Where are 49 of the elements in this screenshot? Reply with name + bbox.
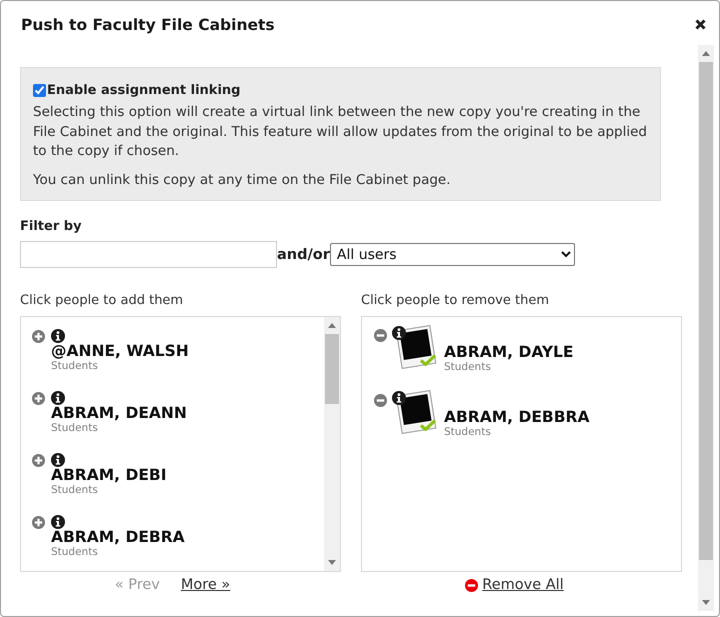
linking-description: Selecting this option will create a virtual link between the new copy you're creating in the File Cabinet and the original. This feature will allow updates from the original to be applied to the copy if chosen. [33, 103, 648, 161]
person-group: Students [444, 361, 574, 373]
person-name[interactable]: ABRAM, DAYLE [444, 344, 574, 361]
linking-label: Enable assignment linking [47, 82, 240, 98]
minus-circle-icon[interactable] [465, 578, 478, 592]
close-icon[interactable] [695, 19, 706, 30]
scrollbar-thumb[interactable] [699, 62, 713, 560]
joiner-label: and/or [277, 246, 330, 262]
info-icon[interactable] [51, 391, 65, 405]
plus-circle-icon[interactable] [32, 392, 45, 404]
info-icon[interactable] [51, 515, 65, 529]
person-name[interactable]: ABRAM, DEANN [51, 405, 324, 422]
linking-note: You can unlink this copy at any time on the File Cabinet page. [33, 170, 452, 190]
person-name[interactable]: ABRAM, DEBBRA [444, 409, 590, 426]
person-group: Students [51, 484, 324, 496]
minus-circle-icon[interactable] [374, 394, 387, 407]
person-group: Students [51, 546, 324, 558]
person-name[interactable]: @ANNE, WALSH [51, 343, 324, 360]
check-icon [420, 419, 436, 431]
plus-circle-icon[interactable] [32, 516, 45, 528]
person-group: Students [444, 426, 590, 438]
info-icon[interactable] [51, 329, 65, 343]
dialog-scrollbar[interactable] [698, 45, 714, 611]
check-icon [420, 354, 436, 366]
caret-down-icon[interactable] [328, 560, 336, 565]
add-heading: Click people to add them [20, 292, 184, 310]
caret-up-icon[interactable] [328, 323, 336, 328]
caret-up-icon[interactable] [702, 51, 710, 56]
person-group: Students [51, 360, 324, 372]
person-name[interactable]: ABRAM, DEBRA [51, 529, 324, 546]
linking-checkbox[interactable] [33, 84, 46, 96]
list-scrollbar[interactable] [324, 317, 340, 571]
remove-all-link[interactable]: Remove All [482, 576, 564, 594]
plus-circle-icon[interactable] [32, 330, 45, 342]
info-icon[interactable] [51, 453, 65, 467]
remove-heading: Click people to remove them [361, 292, 550, 310]
person-name[interactable]: ABRAM, DEBI [51, 467, 324, 484]
caret-down-icon[interactable] [702, 600, 710, 605]
more-link[interactable]: More » [180, 576, 230, 594]
info-icon[interactable] [392, 326, 406, 340]
user-type-dropdown[interactable]: All users [330, 243, 575, 266]
plus-circle-icon[interactable] [32, 454, 45, 466]
filter-input[interactable] [20, 241, 277, 268]
info-icon[interactable] [392, 391, 406, 405]
scrollbar-thumb[interactable] [325, 334, 339, 404]
person-group: Students [51, 422, 324, 434]
filter-label: Filter by [20, 219, 83, 235]
minus-circle-icon[interactable] [374, 329, 387, 342]
dialog-title: Push to Faculty File Cabinets [21, 16, 275, 34]
